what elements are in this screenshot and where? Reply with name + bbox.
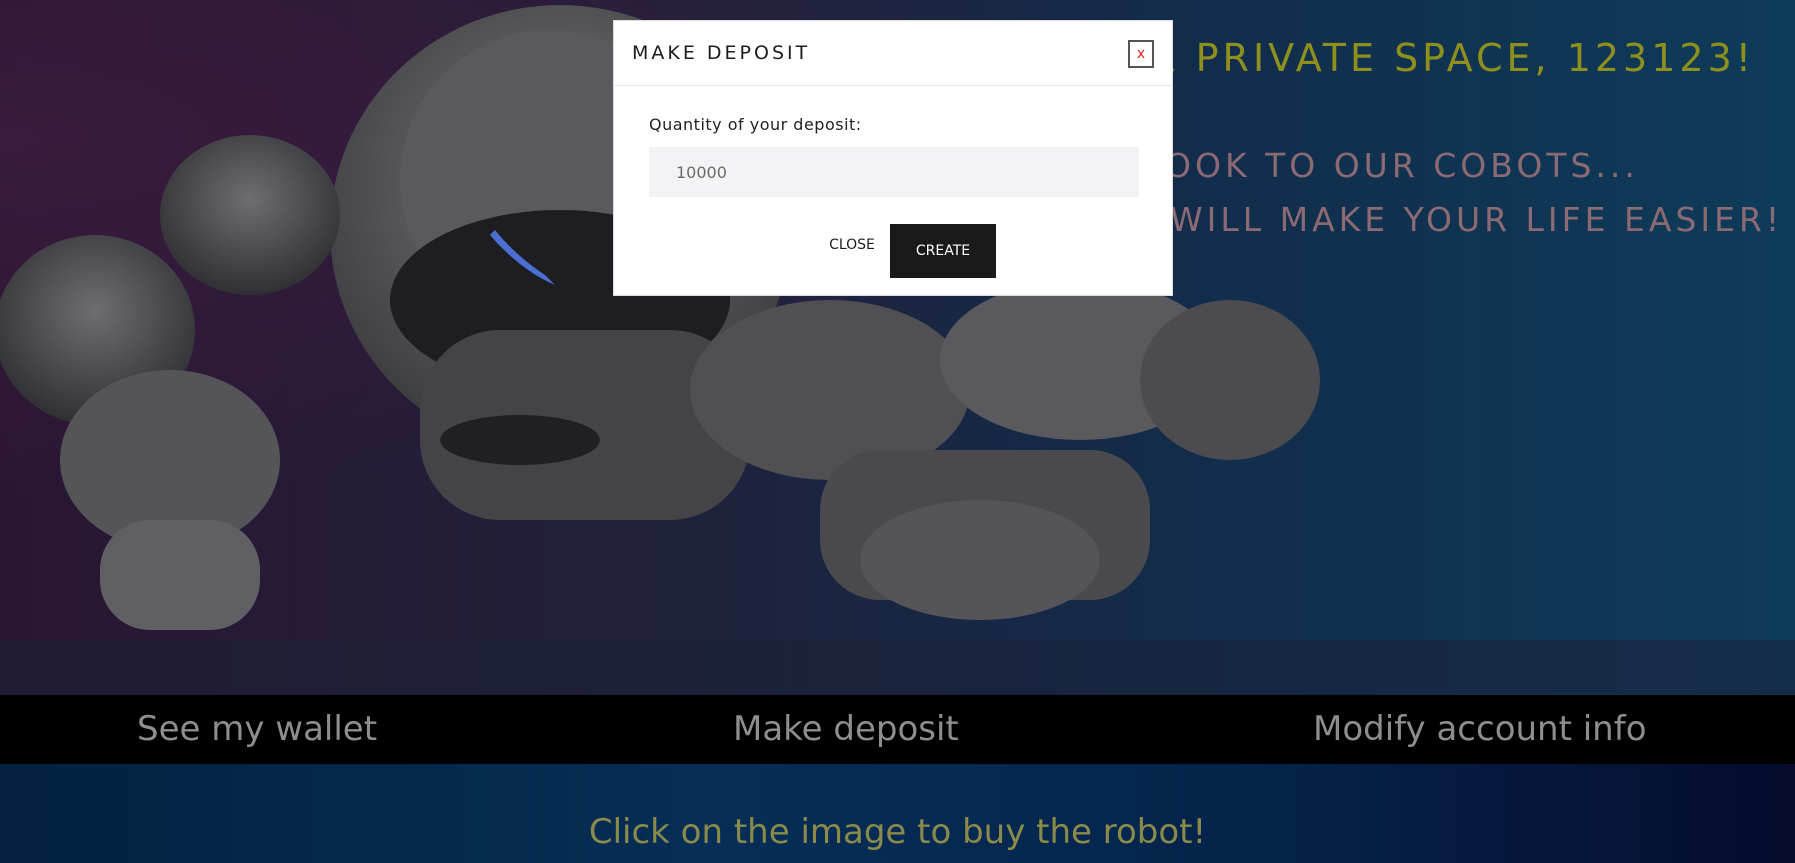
deposit-quantity-label: Quantity of your deposit:	[649, 115, 862, 134]
modal-title: MAKE DEPOSIT	[632, 42, 811, 64]
close-button[interactable]: CLOSE	[814, 226, 890, 264]
make-deposit-modal: MAKE DEPOSIT x Quantity of your deposit:…	[613, 20, 1173, 296]
modal-header: MAKE DEPOSIT x	[614, 21, 1172, 86]
modal-overlay: MAKE DEPOSIT x Quantity of your deposit:…	[0, 0, 1795, 863]
create-button[interactable]: CREATE	[890, 224, 996, 278]
deposit-quantity-input[interactable]	[649, 147, 1139, 197]
modal-close-x-button[interactable]: x	[1128, 40, 1154, 68]
